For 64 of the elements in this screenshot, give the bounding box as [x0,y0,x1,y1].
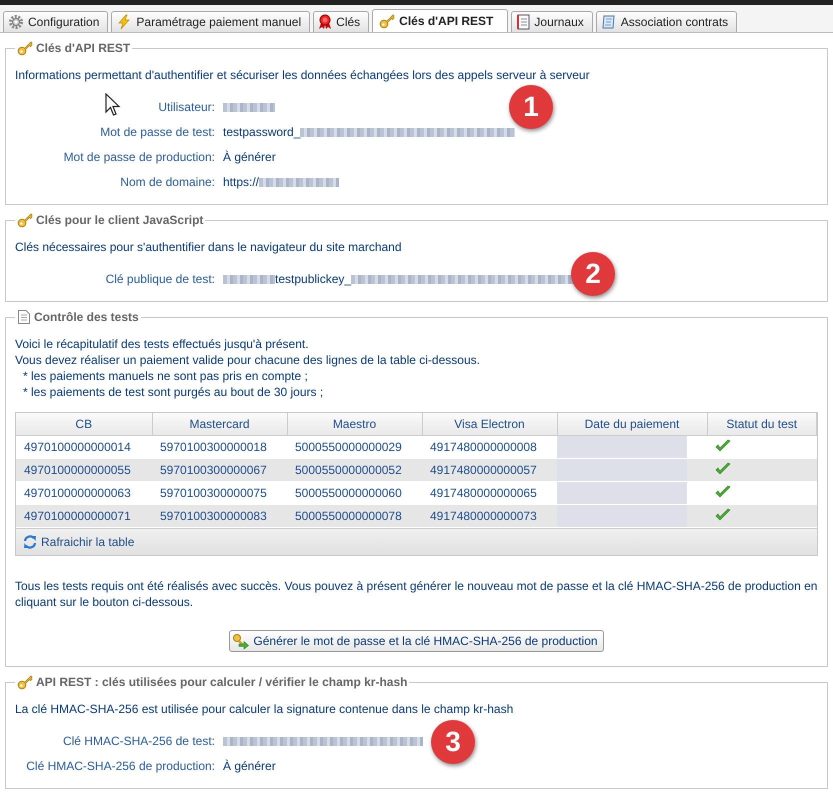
field-label: Clé HMAC-SHA-256 de test: [62,734,215,748]
field-value: testpublickey_ [275,272,352,286]
gear-icon [8,14,24,30]
card-number-cell: 4970100000000055 [16,458,152,482]
column-header: CB [16,413,152,436]
card-number-cell: 4917480000000073 [422,504,557,528]
tab[interactable]: Paramétrage paiement manuel [111,11,310,32]
bullet-text: * les paiements manuels ne sont pas pris en compte ; [22,368,309,384]
field-value: testpassword_ [223,125,300,139]
description-text: La clé HMAC-SHA-256 est utilisée pour calculer la signature contenue dans le champ kr-hash [15,701,514,717]
description-text: Informations permettant d'authentifier et sécuriser les données échangées lors des appels serveur à serveur [15,67,591,83]
key-icon [17,212,33,228]
field-label: Clé publique de test: [106,272,215,286]
column-header: Date du paiement [557,413,707,436]
status-message: Tous les tests requis ont été réalisés avec succès. Vous pouvez à présent générer le nouveau mot de passe et la clé HMAC-SHA-256 de production en cliquant sur le bouton ci-dessous. [15,578,818,610]
card-number-cell: 5970100300000083 [152,504,287,528]
key-arrow-icon [232,632,250,650]
notebook-icon [516,14,530,30]
card-number-cell: 5000550000000052 [287,458,422,482]
document-icon [600,14,617,30]
description-text: Voici le récapitulatif des tests effectués jusqu'à présent. [15,336,310,352]
field-value: À générer [223,150,276,164]
generate-button[interactable]: Générer le mot de passe et la clé HMAC-SHA-256 de production [229,630,604,652]
column-header: Visa Electron [422,413,557,436]
rosette-icon [318,14,332,30]
card-number-cell: 4917480000000057 [422,458,557,482]
field-label: Mot de passe de test: [100,125,215,139]
callout-badge: 1 [509,85,553,129]
column-header: Maestro [287,413,422,436]
callout-badge: 3 [431,720,475,764]
column-header: Statut du test [707,413,816,436]
field-label: Clé HMAC-SHA-256 de production: [26,759,215,773]
field-label: Utilisateur: [158,100,215,114]
callout-badge: 2 [571,252,615,296]
section-title: Clés pour le client JavaScript [36,213,204,227]
field-value: À générer [223,759,276,773]
tab[interactable]: Clés [313,11,370,32]
refresh-table-link[interactable]: Rafraichir la table [22,534,134,550]
section-title: API REST : clés utilisées pour calculer / vérifier le champ kr-hash [36,675,408,689]
description-text: Vous devez réaliser un paiement valide pour chacune des lignes de la table ci-dessous. [15,352,481,368]
section-title: Contrôle des tests [34,310,139,324]
bullet-text: * les paiements de test sont purgés au bout de 30 jours ; [22,384,324,400]
redacted-value [223,274,275,284]
field-label: Nom de domaine: [120,175,215,189]
card-number-cell: 5000550000000078 [287,504,422,528]
description-text: Clés nécessaires pour s'authentifier dans le navigateur du site marchand [15,239,403,255]
document-icon [17,309,31,325]
tab[interactable]: Clés d'API REST [372,9,508,32]
mouse-pointer-icon [105,93,121,117]
key-icon [17,40,33,56]
redacted-value [223,102,275,112]
tab[interactable]: Association contrats [596,11,738,32]
section-title: Clés d'API REST [36,41,130,55]
field-label: Mot de passe de production: [64,150,215,164]
key-icon [17,674,33,690]
card-number-cell: 5970100300000067 [152,458,287,482]
tab[interactable]: Configuration [3,11,108,32]
field-value: https:// [223,175,260,189]
lightning-icon [116,14,132,30]
card-number-cell: 4970100000000071 [16,504,152,528]
refresh-icon [22,534,38,550]
tab[interactable]: Journaux [511,11,593,32]
key-icon [379,13,396,29]
column-header: Mastercard [152,413,287,436]
